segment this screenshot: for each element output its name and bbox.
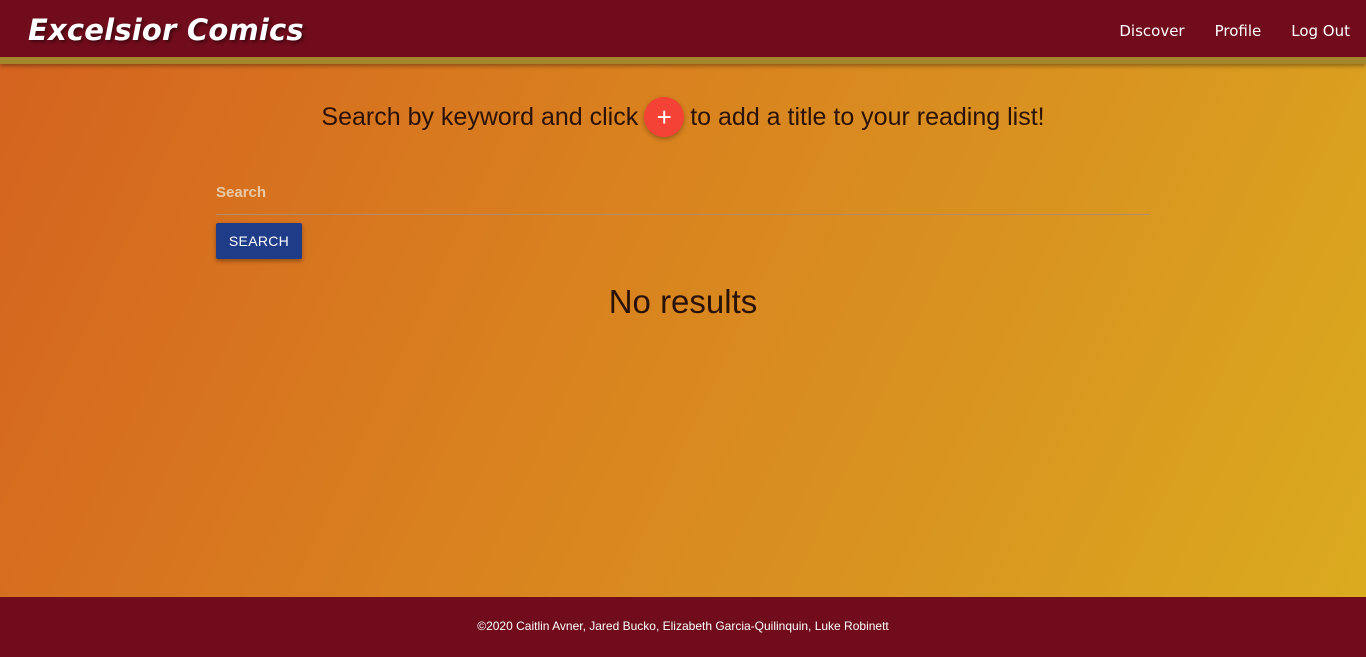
search-button[interactable]: SEARCH: [216, 223, 302, 259]
search-label: Search: [216, 184, 267, 201]
no-results-message: No results: [608, 283, 758, 320]
instruction-text-before: Search by keyword and click: [321, 102, 639, 131]
nav-links: Discover Profile Log Out: [1119, 22, 1350, 40]
footer-copyright: ©2020 Caitlin Avner, Jared Bucko, Elizab…: [477, 619, 889, 633]
instruction-text-after: to add a title to your reading list!: [690, 102, 1045, 131]
nav-link-discover[interactable]: Discover: [1119, 22, 1184, 40]
nav-link-profile[interactable]: Profile: [1215, 22, 1262, 40]
footer: ©2020 Caitlin Avner, Jared Bucko, Elizab…: [0, 597, 1366, 657]
add-icon: +: [644, 97, 685, 137]
brand-logo[interactable]: Excelsior Comics: [28, 13, 304, 47]
search-input[interactable]: [216, 176, 1150, 215]
top-navbar: Excelsior Comics Discover Profile Log Ou…: [0, 0, 1366, 64]
search-instruction: Search by keyword and click + to add a t…: [0, 97, 1366, 137]
nav-link-logout[interactable]: Log Out: [1291, 22, 1350, 40]
